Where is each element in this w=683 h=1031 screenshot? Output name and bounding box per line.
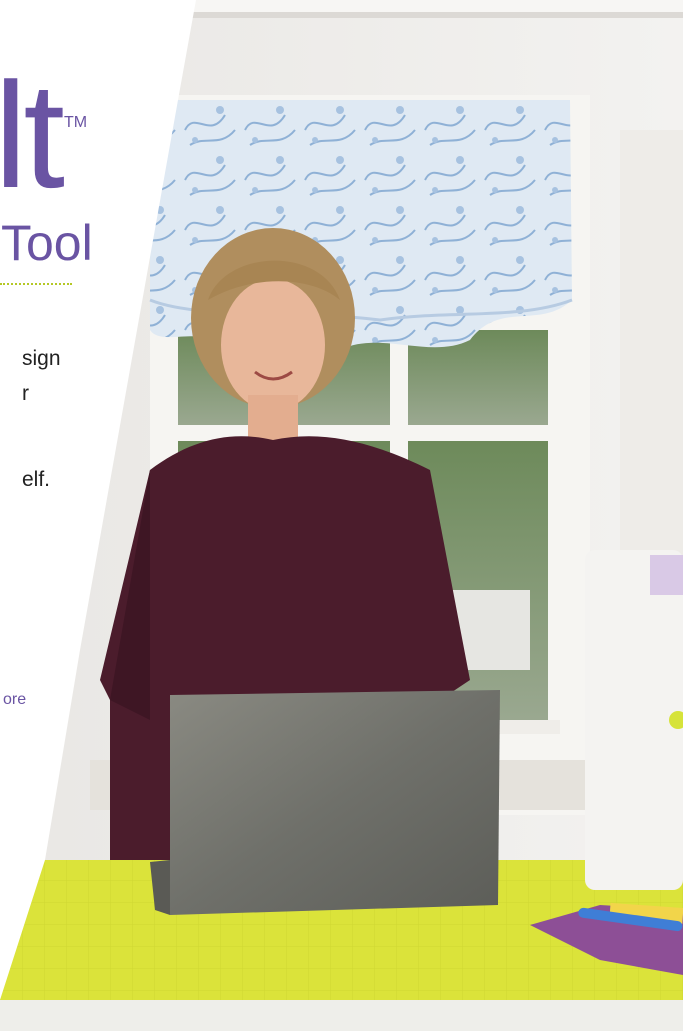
brand-title: lt (0, 51, 65, 219)
brand-subtitle: Tool (1, 215, 93, 271)
body-text-line-1: sign (22, 347, 61, 370)
trademark-mark: TM (64, 114, 88, 131)
learn-more-link[interactable]: ore (3, 691, 26, 709)
body-text-line-3: elf. (22, 468, 51, 491)
dotted-divider (0, 283, 72, 285)
body-text-line-2: r (22, 382, 29, 405)
